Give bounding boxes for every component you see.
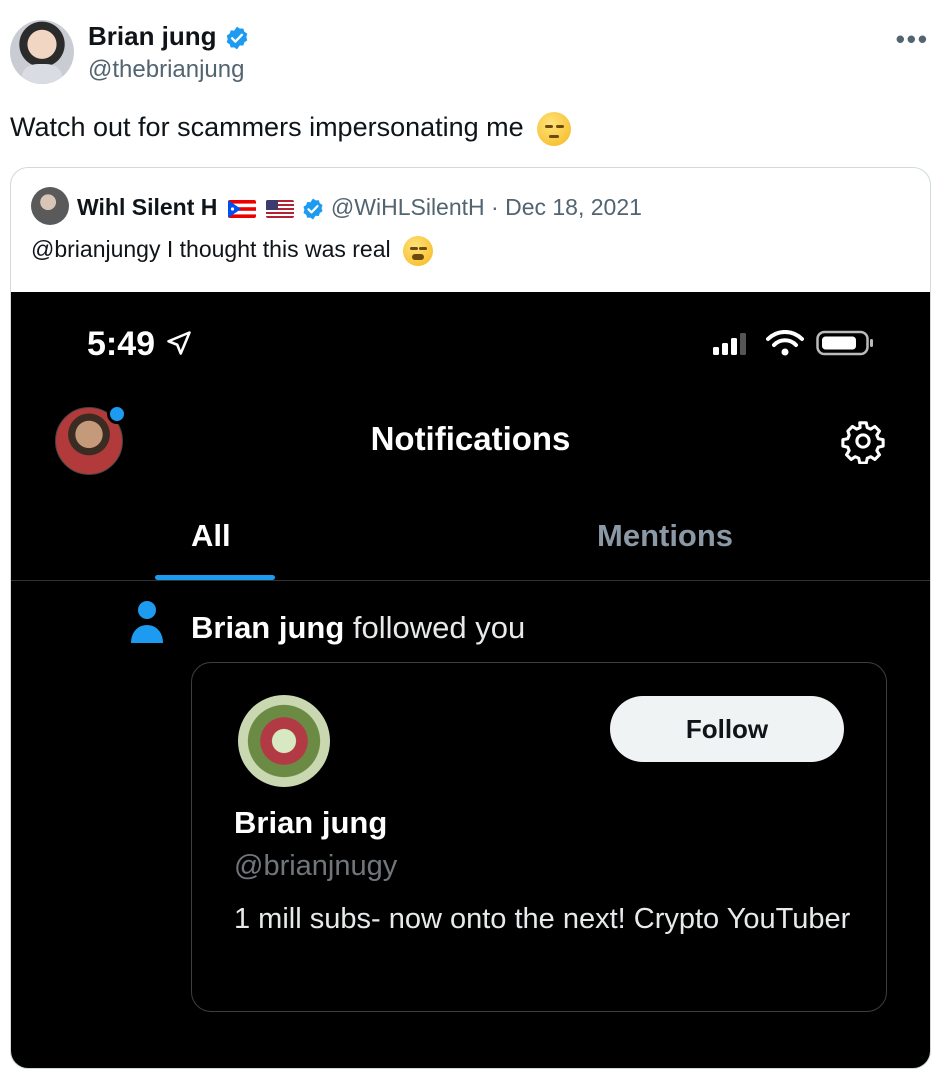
notification-actor[interactable]: Brian jung (191, 610, 344, 645)
wifi-icon (765, 329, 804, 356)
tab-mentions[interactable]: Mentions (597, 518, 733, 554)
meta-separator: · (484, 194, 506, 220)
status-time-row: 5:49 (87, 325, 193, 364)
tweet-text: Watch out for scammers impersonating me (10, 112, 524, 143)
profile-name[interactable]: Brian jung (234, 805, 387, 841)
quoted-header: Wihl Silent H @WiHLSilentH · Dec 18, 202… (77, 194, 642, 221)
quoted-date[interactable]: Dec 18, 2021 (505, 194, 642, 220)
notification-action: followed you (344, 610, 526, 645)
tab-all[interactable]: All (191, 518, 231, 554)
verified-badge-icon (226, 26, 248, 50)
more-options-icon[interactable]: ••• (896, 24, 929, 55)
tired-face-icon (403, 236, 433, 266)
gear-icon[interactable] (840, 418, 886, 464)
follow-button[interactable]: Follow (610, 696, 844, 762)
author-name-row[interactable]: Brian jung (88, 21, 250, 52)
person-follow-icon (131, 601, 163, 643)
quoted-author-name[interactable]: Wihl Silent H (77, 194, 217, 220)
emoji-eye (419, 247, 427, 250)
profile-handle[interactable]: @brianjnugy (234, 850, 397, 883)
pensive-face-icon (537, 112, 572, 146)
profile-bio: 1 mill subs- now onto the next! Crypto Y… (234, 903, 851, 935)
quoted-text-row: @brianjungy I thought this was real (31, 236, 433, 266)
avatar-shirt (22, 64, 62, 84)
emoji-eye (545, 125, 554, 128)
profile-avatar[interactable] (238, 695, 330, 787)
tabs-divider (11, 580, 930, 581)
status-icons (713, 329, 874, 361)
emoji-mouth (412, 254, 424, 260)
location-arrow-icon (166, 331, 191, 355)
signal-bars-icon (713, 333, 747, 355)
notification-text[interactable]: Brian jung followed you (191, 610, 525, 646)
quoted-tweet-card[interactable]: Wihl Silent H @WiHLSilentH · Dec 18, 202… (10, 167, 931, 1069)
author-avatar[interactable] (10, 20, 74, 84)
emoji-mouth (549, 135, 560, 138)
quoted-text: @brianjungy I thought this was real (31, 236, 391, 263)
us-flag-icon (266, 199, 295, 218)
notifications-screenshot[interactable]: 5:49 Notifications All Mentions Brian ju… (11, 292, 930, 1068)
status-time: 5:49 (87, 325, 156, 363)
battery-icon (816, 330, 873, 356)
emoji-eye (410, 247, 418, 250)
quoted-author-avatar[interactable] (31, 187, 69, 225)
author-name[interactable]: Brian jung (88, 21, 217, 51)
verified-badge-icon (303, 198, 323, 220)
notifications-title: Notifications (370, 420, 571, 457)
quoted-author-handle[interactable]: @WiHLSilentH (331, 194, 485, 220)
tweet-text-row: Watch out for scammers impersonating me (10, 112, 572, 146)
emoji-eye (556, 125, 565, 128)
puerto-rico-flag-icon (227, 199, 256, 218)
author-handle[interactable]: @thebrianjung (88, 56, 244, 84)
profile-card[interactable]: Follow Brian jung @brianjnugy 1 mill sub… (191, 662, 887, 1012)
